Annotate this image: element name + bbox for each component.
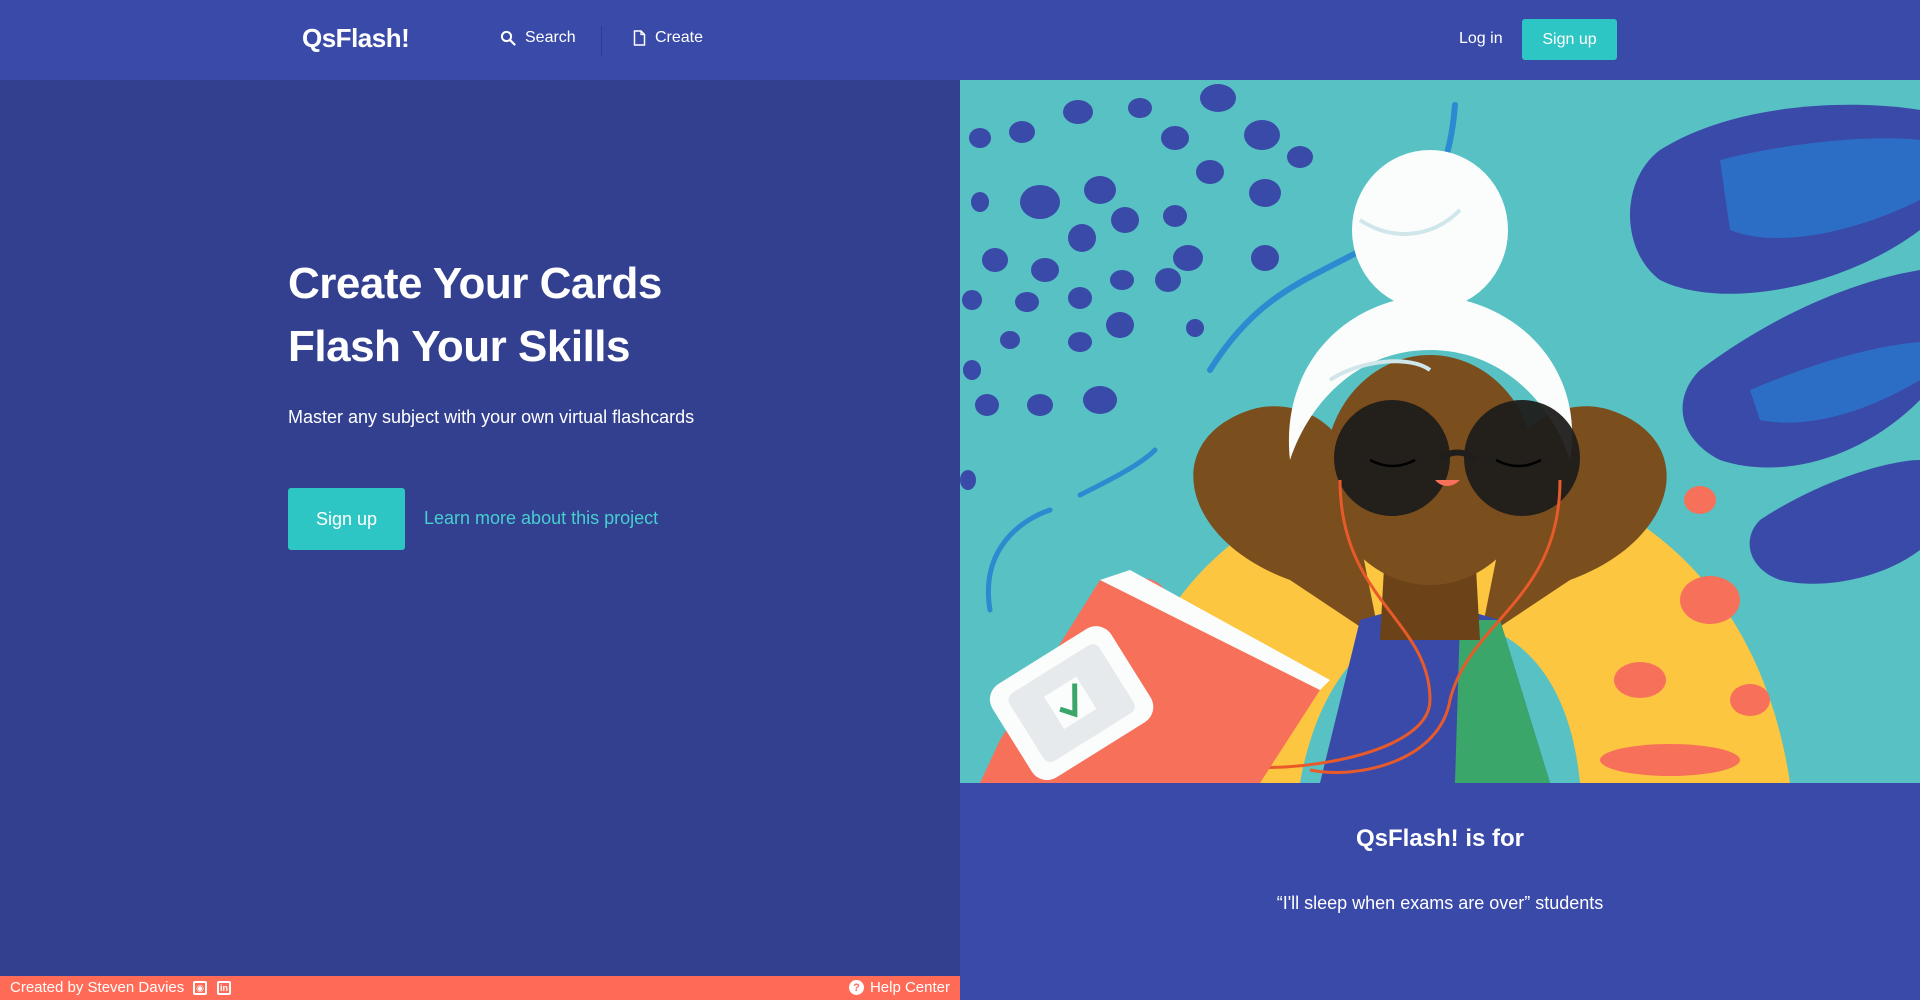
- hero-subtitle: Master any subject with your own virtual…: [288, 407, 695, 427]
- footer-credit: Created by Steven Davies: [10, 979, 185, 996]
- document-icon: [633, 30, 646, 46]
- hero-title-line-1: Create Your Cards: [288, 259, 662, 308]
- top-navbar: QsFlash! Search Create Log in Sign up: [0, 0, 1920, 80]
- login-link[interactable]: Log in: [1459, 30, 1503, 48]
- nav-divider: [601, 26, 602, 56]
- hero-signup-button[interactable]: Sign up: [288, 488, 405, 550]
- hero-title: Create Your Cards Flash Your Skills: [288, 252, 662, 378]
- hero-section: Create Your Cards Flash Your Skills Mast…: [0, 80, 960, 976]
- brand-logo[interactable]: QsFlash!: [302, 23, 410, 54]
- footer-bar: Created by Steven Davies ◉ in ? Help Cen…: [0, 976, 960, 1000]
- hero-illustration: [960, 80, 1920, 783]
- student-relaxing-illustration: [960, 80, 1920, 783]
- question-circle-icon: ?: [848, 980, 864, 995]
- nav-search-link[interactable]: Search: [500, 29, 576, 47]
- help-center-link[interactable]: ? Help Center: [848, 979, 950, 996]
- github-icon[interactable]: ◉: [193, 981, 207, 995]
- tagline-panel: QsFlash! is for “I'll sleep when exams a…: [960, 783, 1920, 1000]
- nav-search-label: Search: [525, 29, 576, 46]
- tagline-text: “I'll sleep when exams are over” student…: [1276, 893, 1604, 913]
- nav-create-link[interactable]: Create: [633, 29, 703, 47]
- hero-title-line-2: Flash Your Skills: [288, 322, 630, 371]
- linkedin-icon[interactable]: in: [217, 981, 231, 995]
- nav-create-label: Create: [655, 29, 704, 46]
- search-icon: [500, 30, 516, 46]
- nav-signup-button[interactable]: Sign up: [1522, 19, 1617, 60]
- learn-more-link[interactable]: Learn more about this project: [424, 508, 658, 529]
- help-center-label: Help Center: [869, 979, 950, 996]
- tagline-title: QsFlash! is for: [1355, 825, 1525, 852]
